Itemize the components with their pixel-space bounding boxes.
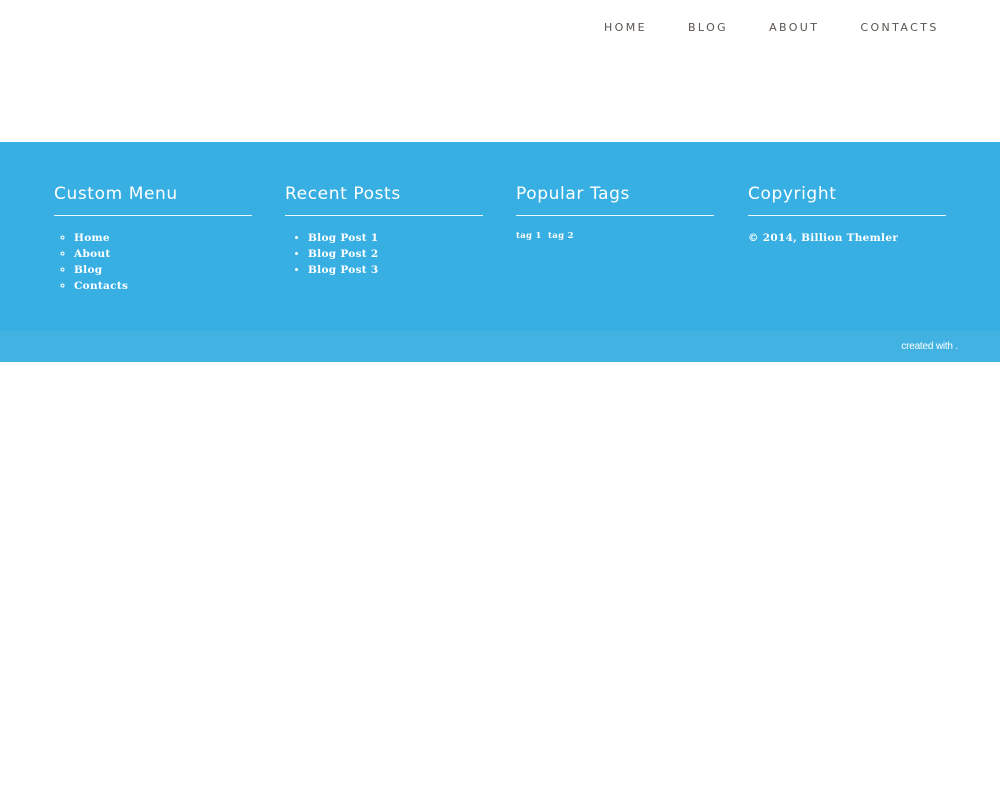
custom-menu-widget: Custom Menu Home About Blog Contacts xyxy=(54,183,252,294)
tag-link[interactable]: tag 2 xyxy=(548,231,574,241)
footer: Custom Menu Home About Blog Contacts Rec… xyxy=(0,142,1000,331)
recent-post-link[interactable]: Blog Post 1 xyxy=(308,230,483,246)
nav-home-link[interactable]: HOME xyxy=(604,21,647,35)
custom-menu-item-contacts[interactable]: Contacts xyxy=(74,278,252,294)
tag-link[interactable]: tag 1 xyxy=(516,231,542,241)
popular-tags-widget: Popular Tags tag 1 tag 2 xyxy=(516,183,714,241)
credits: created with . xyxy=(901,341,958,352)
nav-about-link[interactable]: ABOUT xyxy=(769,21,819,35)
recent-posts-widget: Recent Posts Blog Post 1 Blog Post 2 Blo… xyxy=(285,183,483,278)
custom-menu-title: Custom Menu xyxy=(54,183,252,216)
credits-created-with: created with xyxy=(901,341,953,352)
recent-posts-title: Recent Posts xyxy=(285,183,483,216)
recent-post-link[interactable]: Blog Post 3 xyxy=(308,262,483,278)
recent-post-link[interactable]: Blog Post 2 xyxy=(308,246,483,262)
custom-menu-list: Home About Blog Contacts xyxy=(54,230,252,294)
nav-contacts-link[interactable]: CONTACTS xyxy=(860,21,938,35)
credits-suffix: . xyxy=(955,341,958,352)
copyright-text: © 2014, Billion Themler xyxy=(748,232,899,244)
popular-tags-title: Popular Tags xyxy=(516,183,714,216)
nav-blog-link[interactable]: BLOG xyxy=(688,21,728,35)
main-nav: HOME BLOG ABOUT CONTACTS xyxy=(604,21,980,35)
custom-menu-item-blog[interactable]: Blog xyxy=(74,262,252,278)
tag-cloud: tag 1 tag 2 xyxy=(516,231,714,241)
copyright-widget: Copyright © 2014, Billion Themler xyxy=(748,183,946,246)
recent-posts-list: Blog Post 1 Blog Post 2 Blog Post 3 xyxy=(285,230,483,278)
custom-menu-item-home[interactable]: Home xyxy=(74,230,252,246)
bottom-bar: created with . xyxy=(0,331,1000,362)
custom-menu-item-about[interactable]: About xyxy=(74,246,252,262)
copyright-title: Copyright xyxy=(748,183,946,216)
header: HOME BLOG ABOUT CONTACTS xyxy=(0,0,1000,142)
